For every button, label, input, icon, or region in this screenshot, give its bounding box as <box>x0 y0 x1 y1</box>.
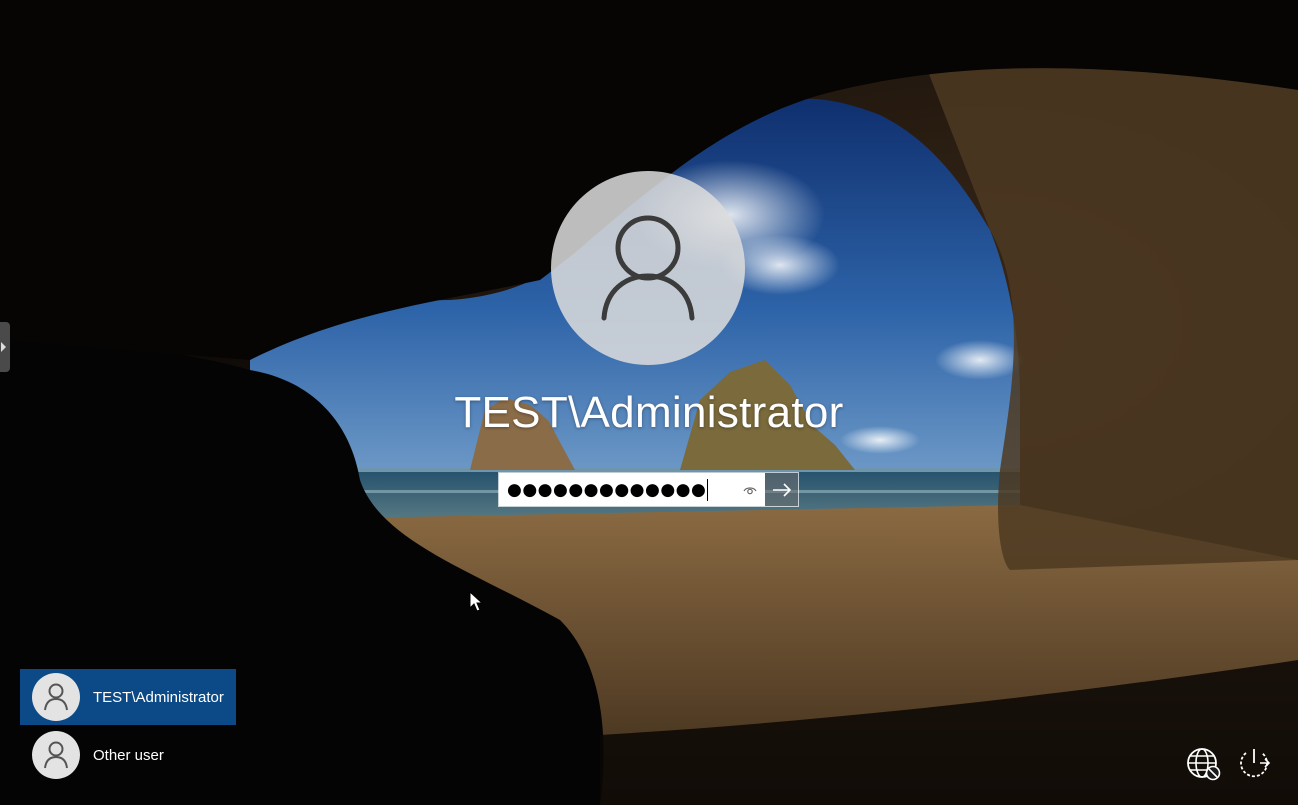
mouse-pointer-icon <box>469 591 483 612</box>
submit-button[interactable] <box>765 473 798 506</box>
password-input[interactable]: ●●●●●●●●●●●●● <box>499 473 765 506</box>
login-overlay: TEST\Administrator ●●●●●●●●●●●●● TEST\Ad… <box>0 0 1298 805</box>
user-avatar-icon <box>44 741 68 769</box>
user-list-item-administrator[interactable]: TEST\Administrator <box>20 669 236 725</box>
eye-icon[interactable] <box>743 484 757 502</box>
side-panel-handle[interactable] <box>0 322 10 372</box>
user-list-label: Other user <box>93 746 164 764</box>
text-caret <box>707 478 709 501</box>
user-list-label: TEST\Administrator <box>93 688 224 706</box>
user-avatar-icon <box>44 683 68 711</box>
account-picture <box>551 171 745 365</box>
user-avatar <box>32 673 80 721</box>
power-icon[interactable] <box>1236 746 1272 782</box>
user-list-item-other-user[interactable]: Other user <box>20 727 236 783</box>
password-value: ●●●●●●●●●●●●● <box>507 479 707 500</box>
signin-username: TEST\Administrator <box>454 388 844 437</box>
user-avatar-icon <box>601 215 695 321</box>
arrow-right-icon <box>772 482 791 497</box>
password-field-group: ●●●●●●●●●●●●● <box>498 472 799 507</box>
user-avatar <box>32 731 80 779</box>
network-globe-icon[interactable] <box>1186 746 1222 782</box>
